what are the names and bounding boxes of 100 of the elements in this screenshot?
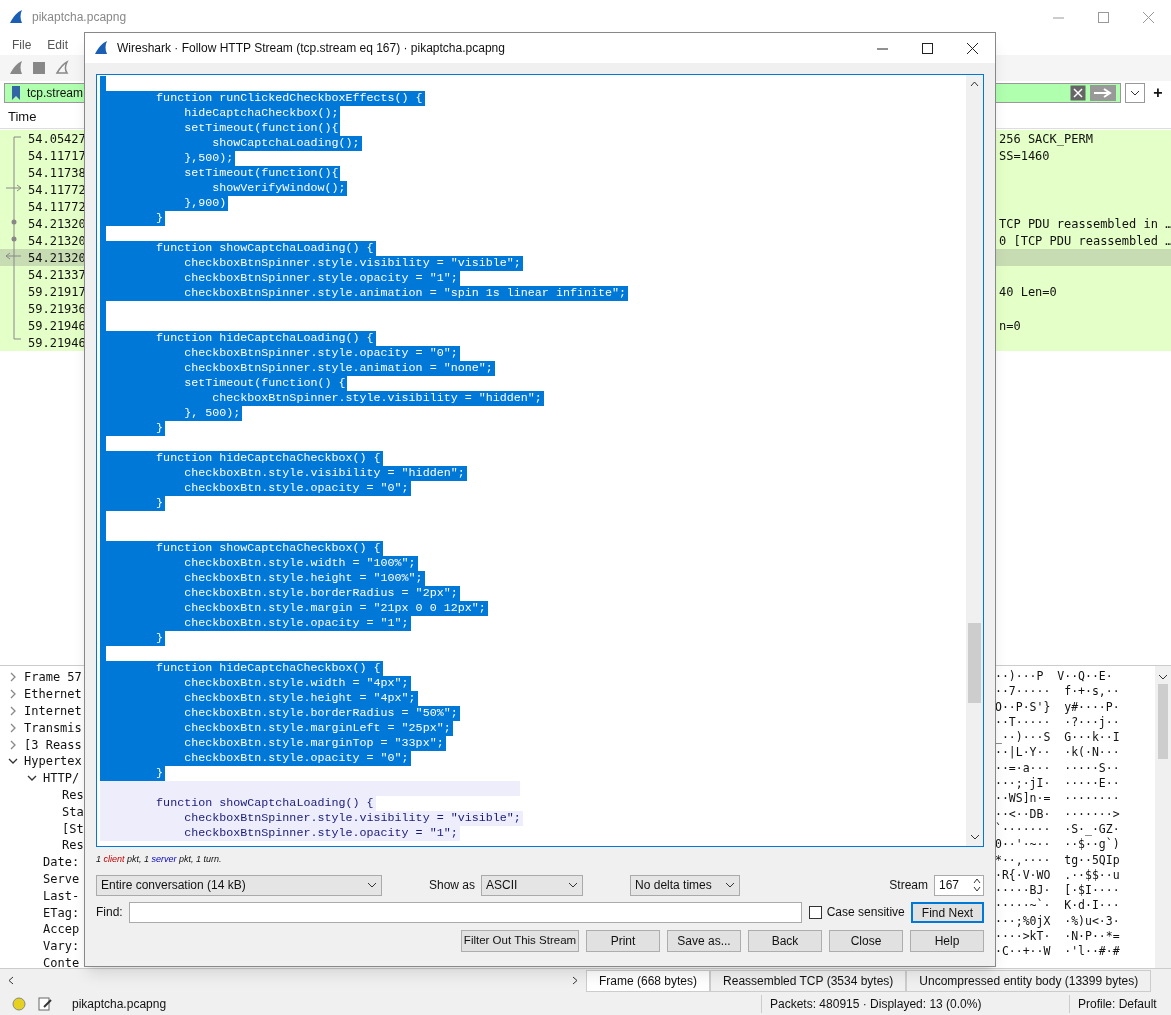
caret-icon [969,834,980,840]
scrollbar-thumb[interactable] [968,623,981,703]
bytes-tab[interactable]: Frame (668 bytes) [586,969,711,992]
case-sensitive-checkbox[interactable] [808,905,822,919]
stream-text-area[interactable] [96,74,984,847]
find-field[interactable] [128,901,802,923]
bytes-ascii-line: ··)···P V··Q··E· [995,669,1114,685]
edit-icon[interactable] [38,996,52,1011]
packet-time: 54.11772 [27,181,86,199]
packet-time: 54.11738 [27,164,86,182]
app-logo-icon [8,9,24,25]
bytes-tab[interactable]: Uncompressed entity body (13399 bytes) [906,969,1152,992]
scroll-up-icon[interactable] [970,81,979,87]
scroll-right-icon[interactable] [572,976,578,985]
show-as-select[interactable]: ASCII [481,874,584,896]
stream-spinbox[interactable]: 167 [934,874,984,896]
status-packets: Packets: 480915 · Displayed: 13 (0.0%) [761,994,1057,1013]
window-title: pikaptcha.pcapng [32,9,127,26]
bytes-ascii-line: ·····BJ· [·$I···· [995,883,1121,899]
stream-summary: 1 client pkt, 1 server pkt, 1 turn. [96,853,223,867]
packet-time: 59.21917 [27,283,86,301]
spin-arrows-icon[interactable] [971,876,983,894]
packet-time: 54.21337 [27,266,86,284]
maximize-icon[interactable] [922,42,933,54]
detail-item[interactable]: [St [62,822,84,835]
detail-item[interactable]: Res [62,839,84,852]
bytes-ascii-line: ·C··+··W ·'l··#·# [995,944,1121,960]
bytes-ascii-line: O··P·S'} y#····P· [995,699,1121,715]
stop-icon[interactable] [32,61,46,75]
packet-info: TCP PDU reassembled in … [999,215,1171,233]
vertical-scrollbar[interactable] [1155,666,1171,968]
detail-item[interactable]: Conte [43,956,80,969]
bytes-ascii-line: ·····~`· K·d·I··· [995,898,1121,914]
status-file: pikaptcha.pcapng [72,995,167,1013]
menu-item[interactable]: File [12,35,32,54]
conversation-select[interactable]: Entire conversation (14 kB) [96,874,382,896]
bytes-ascii-line: `······· ·S·_·GZ· [995,821,1121,838]
app-logo-icon [93,40,109,56]
detail-item[interactable]: Frame 57 [24,671,82,684]
status-circle-icon[interactable] [12,996,26,1011]
dialog-button[interactable]: Close [829,930,903,952]
packet-info: n=0 [999,317,1022,335]
show-as-label: Show as [429,877,476,894]
bytes-ascii-line: ···;·jI· ·····E·· [995,776,1121,792]
bytes-ascii-line: ··<··DB· ·······> [995,806,1121,822]
detail-item[interactable]: Last- [43,889,80,902]
shark-fin-icon[interactable] [8,60,24,76]
caret-icon [1130,90,1140,96]
packet-time: 54.21320 [27,249,86,267]
packet-time: 54.11772 [27,198,86,216]
dialog-button[interactable]: Help [910,930,984,952]
detail-item[interactable]: HTTP/ [43,772,80,785]
status-profile: Profile: Default [1069,994,1159,1013]
caret-icon [1158,674,1168,680]
caret-icon [725,882,736,888]
scrollbar-thumb[interactable] [1158,684,1168,759]
detail-item[interactable]: Vary: [43,940,80,953]
column-header[interactable]: Time [8,106,37,127]
case-sensitive-label: Case sensitive [826,904,905,921]
bytes-ascii-line: ··7····· f·+·s,·· [995,684,1121,700]
detail-item[interactable]: [3 Reass [24,738,82,751]
clear-icon[interactable] [1070,85,1086,101]
dialog-button[interactable]: Save as... [667,930,741,952]
packet-time: 54.21320 [27,215,86,233]
packet-info: 40 Len=0 [999,283,1058,301]
dialog-button[interactable]: Back [748,930,822,952]
bytes-ascii-line: ·R{·V·WO .··$$··u [995,867,1121,884]
caret-icon [367,882,377,888]
detail-item[interactable]: ETag: [43,906,80,919]
bytes-ascii-line: ···;%0jX ·%)u<·3· [995,913,1121,930]
bytes-ascii-line: ··=·a··· ·····S·· [995,760,1121,777]
find-label: Find: [96,904,123,921]
find-next-button[interactable]: Find Next [911,901,984,923]
bytes-tab[interactable]: Reassembled TCP (3534 bytes) [710,969,907,992]
dialog-button[interactable]: Print [586,930,660,952]
dialog-title: Wireshark · Follow HTTP Stream (tcp.stream eq 167) · pikaptcha.pcapng [117,40,505,57]
vertical-scrollbar[interactable] [966,75,983,846]
delta-times-select[interactable]: No delta times [630,874,741,896]
dialog-button[interactable]: Filter Out This Stream [461,930,579,952]
detail-item[interactable]: Transmis [24,721,82,734]
detail-item[interactable]: Sta [62,805,84,818]
detail-item[interactable]: Res [62,788,84,801]
packet-info: 0 [TCP PDU reassembled … [999,232,1171,250]
bytes-ascii-line: ··T····· ·?···j·· [995,714,1121,731]
packet-time: 54.21320 [27,232,86,250]
detail-item[interactable]: Date: [43,856,80,869]
filter-dropdown-button[interactable] [1125,83,1145,103]
menu-item[interactable]: Edit [47,35,69,54]
add-filter-icon[interactable]: + [1149,85,1167,101]
close-icon[interactable] [967,42,978,54]
detail-item[interactable]: Hypertex [24,755,82,768]
packet-info: 256 SACK_PERM [999,130,1094,148]
detail-item[interactable]: Internet [24,705,82,717]
detail-item[interactable]: Accep [43,923,80,936]
bookmark-icon[interactable] [9,85,23,101]
detail-item[interactable]: Ethernet [24,688,82,701]
detail-item[interactable]: Serve [43,872,80,885]
scroll-left-icon[interactable] [8,976,14,985]
restart-icon[interactable] [54,60,70,76]
packet-time: 54.11717 [27,147,86,165]
